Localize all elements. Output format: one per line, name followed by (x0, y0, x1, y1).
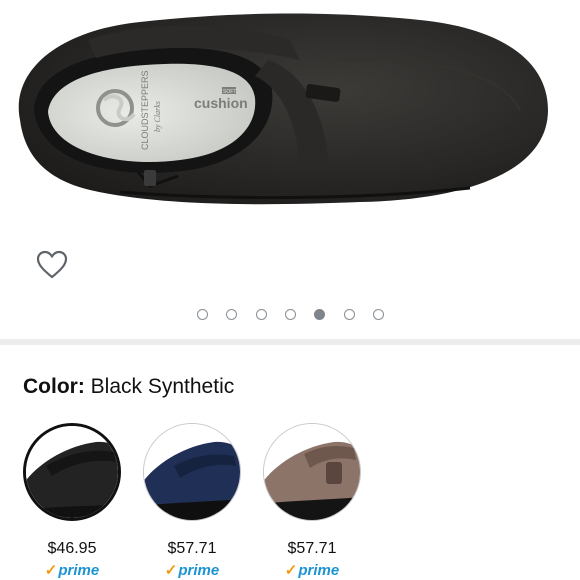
wishlist-button[interactable] (36, 250, 68, 280)
prime-label: prime (58, 562, 100, 579)
insole-soft-text: SOFT (223, 89, 236, 95)
carousel-dot[interactable] (284, 309, 296, 320)
prime-label: prime (298, 562, 340, 579)
variant-price: $57.71 (167, 540, 217, 557)
variant-swatch-navy[interactable] (143, 423, 241, 521)
carousel-dot[interactable] (197, 309, 208, 320)
carousel-dot[interactable] (372, 309, 384, 320)
black-boot-thumbnail (26, 426, 118, 518)
variant-swatch-black[interactable] (23, 423, 121, 521)
insole-sub-text: by Clarks (153, 101, 162, 132)
carousel-dot[interactable] (314, 309, 326, 320)
carousel-dot[interactable] (343, 309, 355, 320)
navy-boot-thumbnail (144, 424, 240, 520)
taupe-boot-thumbnail (264, 424, 360, 520)
color-label-key: Color: (23, 375, 85, 398)
carousel-dot[interactable] (226, 309, 238, 320)
checkmark-icon: ✓ (44, 562, 58, 579)
variant-price: $46.95 (47, 540, 97, 557)
color-selection-label: Color: Black Synthetic (23, 375, 234, 399)
shoe-top-view-image: CLOUDSTEPPERS by Clarks cushion SOFT (18, 13, 549, 205)
variant-price: $57.71 (287, 540, 337, 557)
insole-cushion-text: cushion (194, 95, 248, 111)
prime-badge: ✓prime (252, 561, 372, 579)
prime-label: prime (178, 562, 220, 579)
image-carousel-dots (0, 309, 580, 325)
prime-badge: ✓prime (132, 561, 252, 579)
color-label-value: Black Synthetic (90, 375, 235, 398)
checkmark-icon: ✓ (284, 562, 298, 579)
insole-brand-text: CLOUDSTEPPERS (140, 70, 150, 150)
checkmark-icon: ✓ (164, 562, 178, 579)
prime-badge: ✓prime (12, 561, 132, 579)
section-divider (0, 339, 580, 345)
product-hero-image[interactable]: CLOUDSTEPPERS by Clarks cushion SOFT (0, 0, 580, 230)
variant-swatch-taupe[interactable] (263, 423, 361, 521)
heart-outline-icon (36, 250, 68, 279)
carousel-dot[interactable] (255, 309, 267, 320)
